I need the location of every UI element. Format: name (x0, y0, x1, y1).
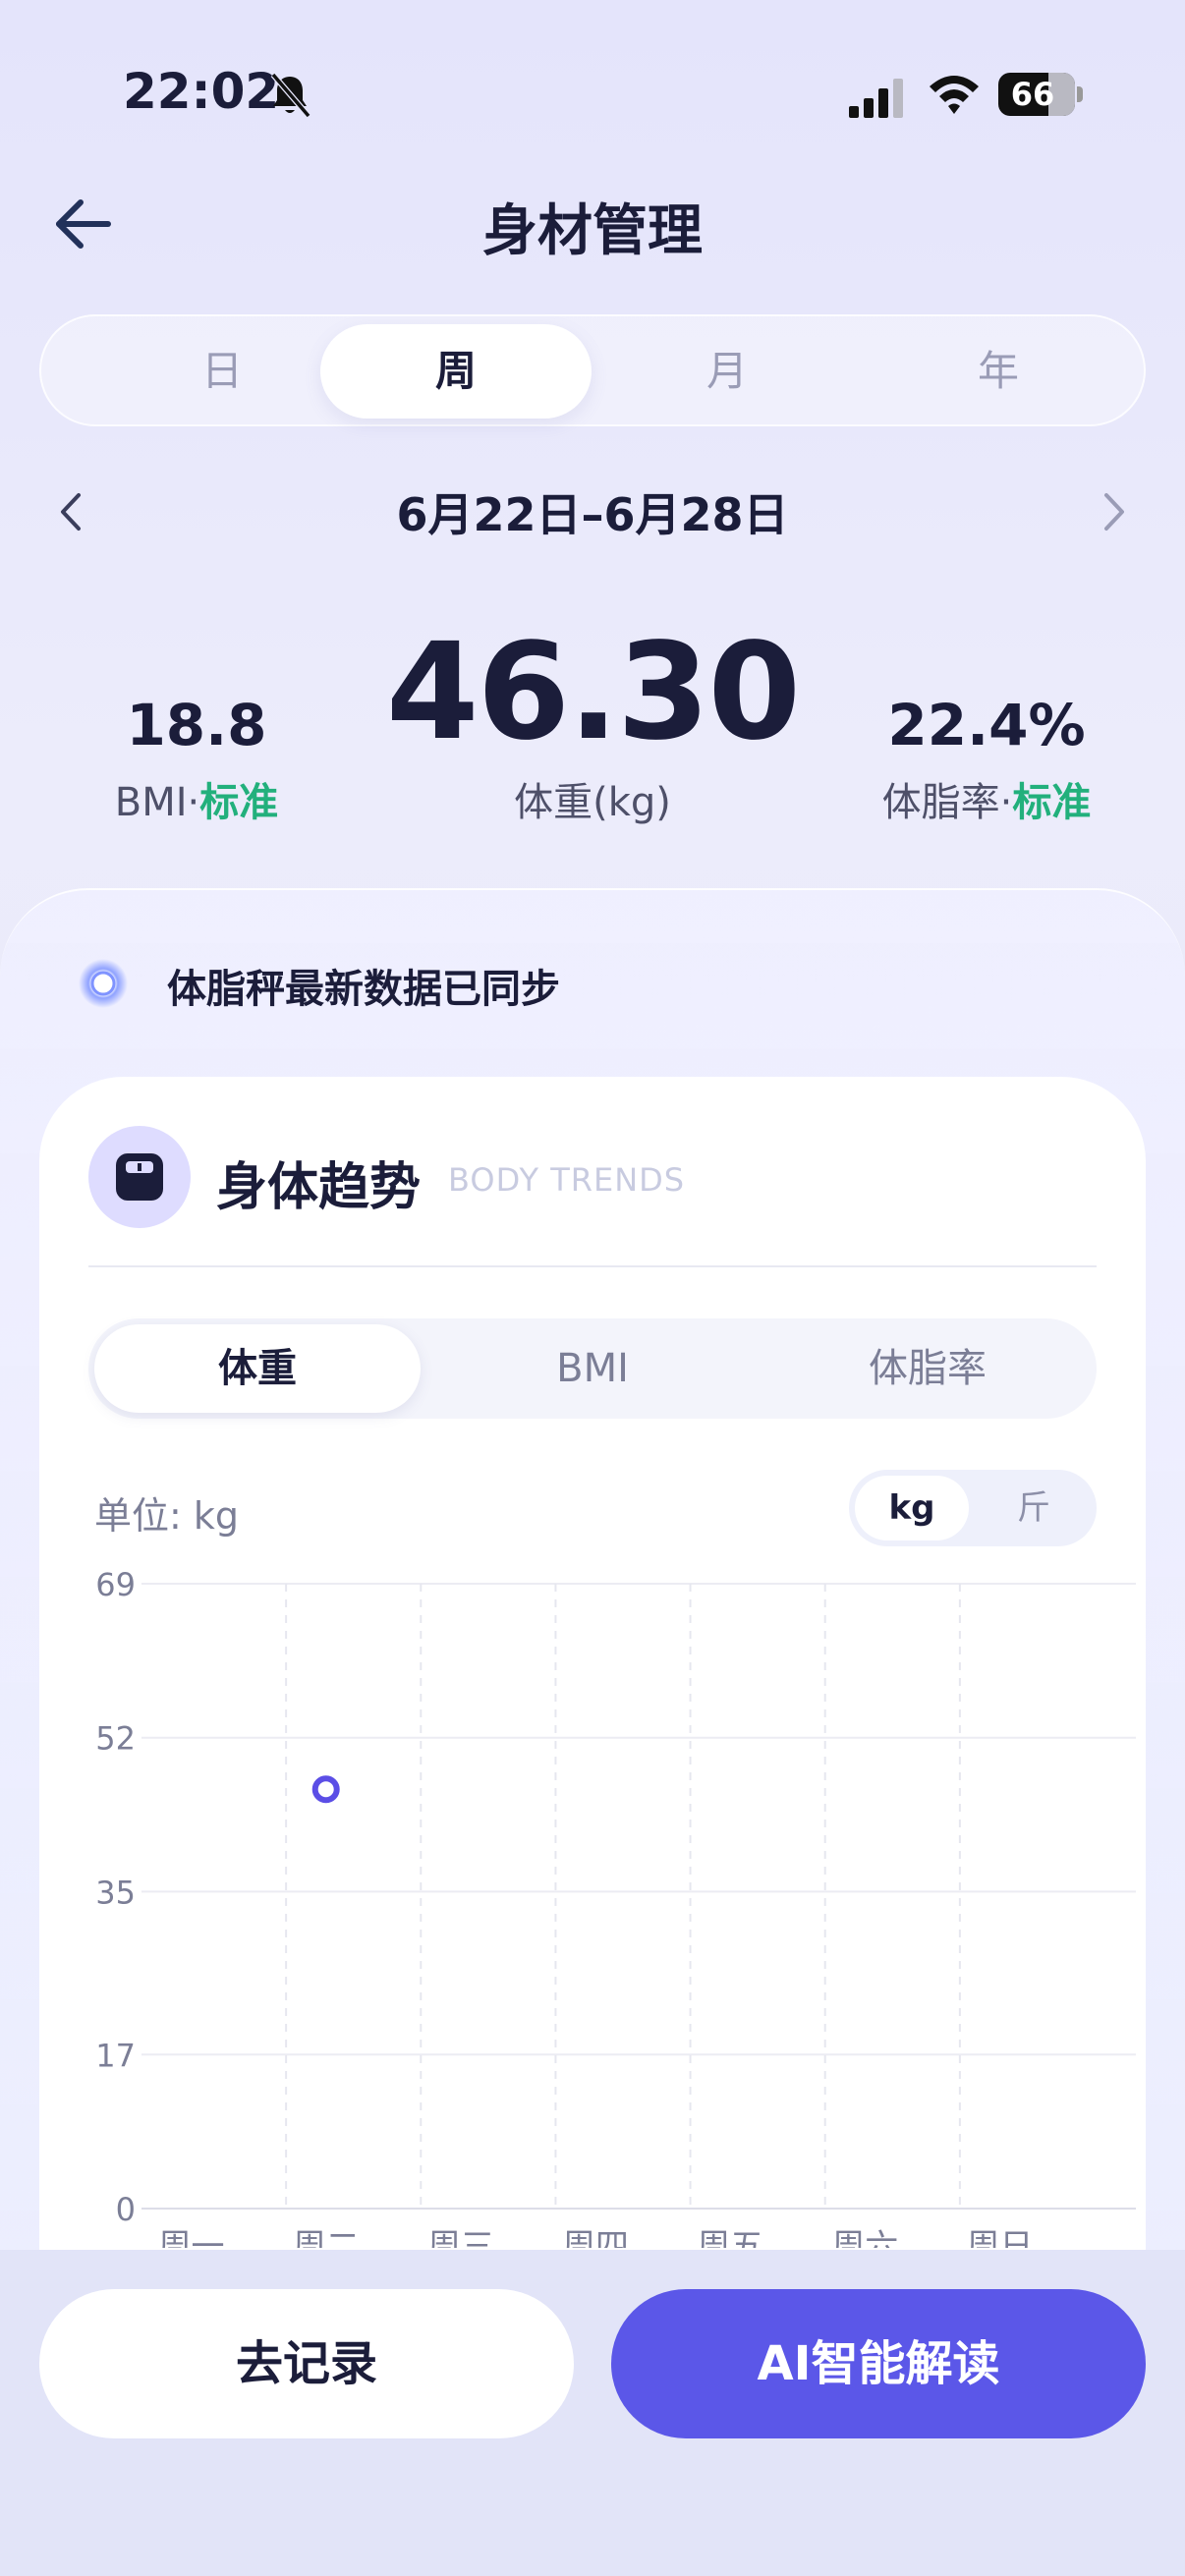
status-time: 22:02 (123, 63, 280, 120)
card-title: 身体趋势 (216, 1158, 422, 1217)
trend-metric-tabs: 体重 BMI 体脂率 (88, 1318, 1097, 1419)
x-tick-label: 周六 (831, 2227, 898, 2248)
unit-label: 单位: kg (94, 1494, 240, 1538)
x-tick-label: 周三 (427, 2227, 494, 2248)
x-tick-label: 周二 (293, 2227, 360, 2248)
scale-icon (116, 1153, 163, 1201)
y-tick-label: 69 (95, 1566, 136, 1603)
unit-toggle: kg 斤 (849, 1470, 1097, 1546)
tab-weight[interactable]: 体重 (94, 1324, 421, 1413)
y-tick-label: 17 (95, 2037, 136, 2074)
page-title: 身材管理 (482, 199, 703, 263)
y-tick-label: 0 (116, 2191, 136, 2228)
unit-kg-option[interactable]: kg (855, 1476, 969, 1540)
tab-month[interactable]: 月 (592, 324, 863, 419)
body-fat-label-text: 体脂率 (881, 780, 1000, 825)
period-tabs: 日 周 月 年 (39, 314, 1146, 426)
x-tick-label: 周四 (562, 2227, 629, 2248)
x-tick-label: 周日 (966, 2227, 1033, 2248)
tab-week[interactable]: 周 (320, 324, 592, 419)
sync-status-icon (79, 959, 128, 1008)
card-divider (88, 1265, 1097, 1267)
ai-analysis-button[interactable]: AI智能解读 (611, 2289, 1146, 2438)
card-subtitle: BODY TRENDS (448, 1161, 686, 1199)
y-tick-label: 35 (95, 1874, 136, 1911)
cellular-signal-icon (849, 79, 903, 118)
chevron-right-icon[interactable] (1099, 487, 1130, 536)
x-tick-label: 周一 (158, 2227, 225, 2248)
tab-bmi[interactable]: BMI (429, 1324, 756, 1413)
tab-body-fat[interactable]: 体脂率 (764, 1324, 1091, 1413)
body-fat-value: 22.4% (887, 692, 1086, 758)
card-icon-container (88, 1126, 191, 1228)
x-tick-label: 周五 (697, 2227, 763, 2248)
body-fat-status: 标准 (1012, 780, 1092, 825)
weight-trend-chart: 0 17 35 52 69 周一 周二 周三 周四 周五 周六 周日 (95, 1566, 1136, 2248)
record-button[interactable]: 去记录 (39, 2289, 574, 2438)
data-point (311, 1775, 340, 1804)
battery-indicator: 66 (998, 73, 1083, 116)
sync-message: 体脂秤最新数据已同步 (167, 967, 560, 1012)
battery-level: 66 (1010, 76, 1055, 113)
body-fat-label: 体脂率·标准 (829, 770, 1144, 827)
tab-day[interactable]: 日 (86, 324, 358, 419)
wifi-icon (930, 76, 979, 114)
date-range: 6月22日–6月28日 (396, 488, 789, 541)
bell-muted-icon (270, 73, 311, 118)
tab-year[interactable]: 年 (863, 324, 1134, 419)
unit-jin-option[interactable]: 斤 (977, 1476, 1091, 1540)
body-fat-separator: · (999, 780, 1013, 825)
y-tick-label: 52 (95, 1720, 136, 1758)
